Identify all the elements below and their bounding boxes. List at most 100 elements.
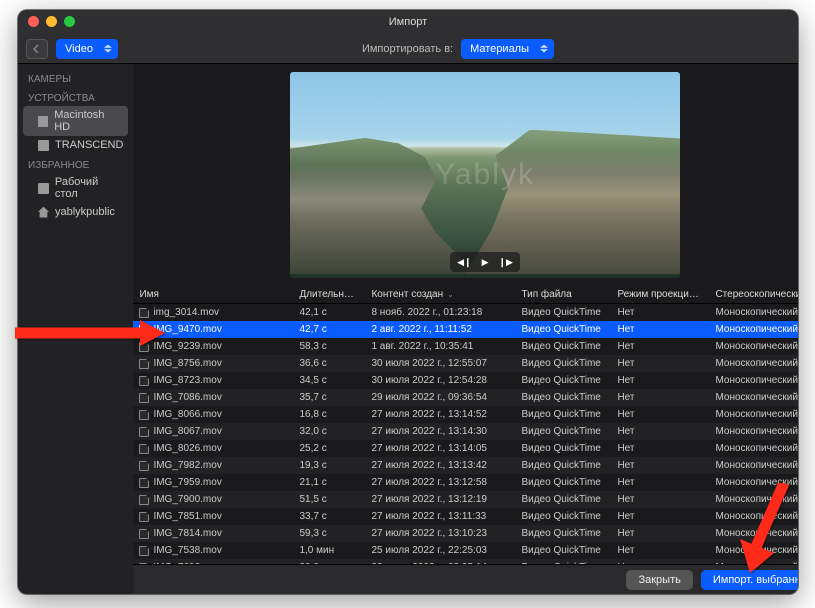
table-row[interactable]: IMG_7900.mov51,5 с27 июля 2022 г., 13:12… [133, 491, 798, 508]
file-icon [139, 359, 149, 369]
col-duration[interactable]: Длительност… [293, 289, 365, 300]
file-name: IMG_8067.mov [153, 426, 221, 437]
file-icon [139, 512, 149, 522]
sidebar-item[interactable]: yablykpublic [18, 203, 133, 221]
col-created[interactable]: Контент создан⌄ [365, 289, 515, 300]
file-icon [139, 478, 149, 488]
cell-date: 8 нояб. 2022 г., 01:23:18 [365, 307, 515, 318]
cell-dur: 25,2 с [293, 443, 365, 454]
window-title: Импорт [389, 16, 427, 28]
table-row[interactable]: IMG_7851.mov33,7 с27 июля 2022 г., 13:11… [133, 508, 798, 525]
table-row[interactable]: IMG_7982.mov19,3 с27 июля 2022 г., 13:13… [133, 457, 798, 474]
cell-proj: Нет [611, 443, 709, 454]
table-row[interactable]: IMG_8067.mov32,0 с27 июля 2022 г., 13:14… [133, 423, 798, 440]
maximize-icon[interactable] [64, 16, 75, 27]
sidebar-section-header: КАМЕРЫ [18, 68, 133, 87]
table-row[interactable]: IMG_8066.mov16,8 с27 июля 2022 г., 13:14… [133, 406, 798, 423]
cell-proj: Нет [611, 358, 709, 369]
import-window: Импорт Video Импортировать в: Материалы … [18, 10, 798, 594]
toolbar: Video Импортировать в: Материалы [18, 34, 798, 64]
cell-date: 27 июля 2022 г., 13:14:05 [365, 443, 515, 454]
file-name: IMG_8066.mov [153, 409, 221, 420]
cell-dur: 33,7 с [293, 511, 365, 522]
cell-date: 27 июля 2022 г., 13:11:33 [365, 511, 515, 522]
cell-type: Видео QuickTime [515, 392, 611, 403]
cell-dur: 58,3 с [293, 341, 365, 352]
table-row[interactable]: IMG_7086.mov35,7 с29 июля 2022 г., 09:36… [133, 389, 798, 406]
cell-type: Видео QuickTime [515, 477, 611, 488]
annotation-arrow-button [734, 483, 794, 578]
cell-dur: 21,1 с [293, 477, 365, 488]
file-name: img_3014.mov [153, 307, 219, 318]
close-button[interactable]: Закрыть [626, 570, 692, 590]
next-frame-icon[interactable]: ❙▶ [499, 257, 513, 268]
prev-frame-icon[interactable]: ◀❙ [457, 257, 471, 268]
table-header: Имя Длительност… Контент создан⌄ Тип фай… [133, 286, 798, 304]
table-row[interactable]: IMG_8026.mov25,2 с27 июля 2022 г., 13:14… [133, 440, 798, 457]
sidebar-item-label: yablykpublic [55, 206, 115, 218]
drive-icon [38, 140, 49, 151]
preview-area: Yablyk ◀❙ ▶ ❙▶ [133, 64, 798, 286]
table-row[interactable]: IMG_9470.mov42,7 с2 авг. 2022 г., 11:11:… [133, 321, 798, 338]
file-icon [139, 308, 149, 318]
cell-date: 30 июля 2022 г., 12:54:28 [365, 375, 515, 386]
sidebar-item-label: Macintosh HD [54, 109, 118, 133]
cell-type: Видео QuickTime [515, 545, 611, 556]
preview-thumbnail[interactable]: Yablyk ◀❙ ▶ ❙▶ [290, 72, 680, 278]
back-button[interactable] [26, 39, 48, 59]
table-row[interactable]: IMG_9239.mov58,3 с1 авг. 2022 г., 10:35:… [133, 338, 798, 355]
minimize-icon[interactable] [46, 16, 57, 27]
file-name: IMG_8723.mov [153, 375, 221, 386]
col-name[interactable]: Имя [133, 289, 293, 300]
cell-stereo: Моноскопический [709, 460, 798, 471]
table-row[interactable]: img_3014.mov42,1 с8 нояб. 2022 г., 01:23… [133, 304, 798, 321]
cell-stereo: Моноскопический [709, 375, 798, 386]
file-name: IMG_8756.mov [153, 358, 221, 369]
table-row[interactable]: IMG_7538.mov1,0 мин25 июля 2022 г., 22:2… [133, 542, 798, 559]
table-row[interactable]: IMG_7814.mov59,3 с27 июля 2022 г., 13:10… [133, 525, 798, 542]
play-icon[interactable]: ▶ [482, 257, 489, 268]
sidebar-item-label: TRANSCEND [55, 139, 123, 151]
file-icon [139, 461, 149, 471]
table-row[interactable]: IMG_8756.mov36,6 с30 июля 2022 г., 12:55… [133, 355, 798, 372]
cell-proj: Нет [611, 477, 709, 488]
media-type-select[interactable]: Video [56, 39, 118, 59]
cell-proj: Нет [611, 494, 709, 505]
import-to-value: Материалы [470, 43, 529, 55]
cell-stereo: Моноскопический [709, 426, 798, 437]
cell-type: Видео QuickTime [515, 511, 611, 522]
table-row[interactable]: IMG_8723.mov34,5 с30 июля 2022 г., 12:54… [133, 372, 798, 389]
file-name: IMG_7814.mov [153, 528, 221, 539]
sidebar-item[interactable]: Рабочий стол [18, 173, 133, 203]
cell-proj: Нет [611, 460, 709, 471]
cell-date: 27 июля 2022 г., 13:12:58 [365, 477, 515, 488]
cell-proj: Нет [611, 324, 709, 335]
cell-stereo: Моноскопический [709, 358, 798, 369]
sort-desc-icon: ⌄ [447, 290, 454, 299]
cell-proj: Нет [611, 545, 709, 556]
close-icon[interactable] [28, 16, 39, 27]
cell-type: Видео QuickTime [515, 324, 611, 335]
cell-stereo: Моноскопический [709, 443, 798, 454]
cell-type: Видео QuickTime [515, 426, 611, 437]
playback-controls: ◀❙ ▶ ❙▶ [450, 252, 520, 272]
cell-date: 27 июля 2022 г., 13:13:42 [365, 460, 515, 471]
file-name: IMG_7900.mov [153, 494, 221, 505]
chevron-left-icon [33, 45, 41, 53]
import-to-select[interactable]: Материалы [461, 39, 554, 59]
cell-date: 29 июля 2022 г., 09:36:54 [365, 392, 515, 403]
desktop-icon [38, 183, 49, 194]
cell-proj: Нет [611, 375, 709, 386]
cell-stereo: Моноскопический [709, 307, 798, 318]
cell-date: 1 авг. 2022 г., 10:35:41 [365, 341, 515, 352]
sidebar-item[interactable]: TRANSCEND [18, 136, 133, 154]
titlebar: Импорт [18, 10, 798, 34]
file-icon [139, 444, 149, 454]
file-name: IMG_7982.mov [153, 460, 221, 471]
table-row[interactable]: IMG_7959.mov21,1 с27 июля 2022 г., 13:12… [133, 474, 798, 491]
sidebar-item[interactable]: Macintosh HD [23, 106, 128, 136]
col-projection[interactable]: Режим проекции 360° [611, 289, 709, 300]
col-stereo[interactable]: Стереоскопический ре… [709, 289, 798, 300]
cell-stereo: Моноскопический [709, 409, 798, 420]
col-filetype[interactable]: Тип файла [515, 289, 611, 300]
